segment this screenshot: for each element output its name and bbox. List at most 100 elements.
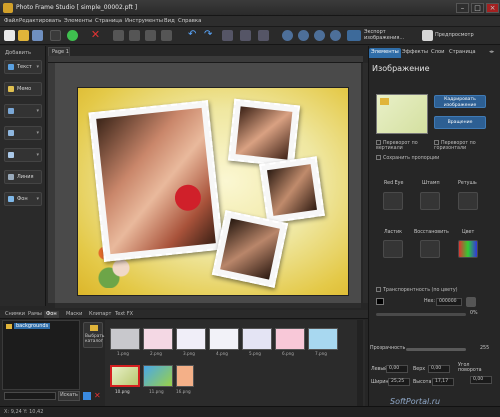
minimize-button[interactable]: – [456, 3, 469, 13]
restore-tool[interactable] [420, 240, 440, 258]
layer-up-icon[interactable] [145, 30, 156, 41]
thumbnail-16[interactable] [176, 365, 194, 387]
refresh-icon[interactable] [83, 392, 91, 400]
flip-vertical-checkbox[interactable]: Переворот по вертикали [376, 140, 428, 151]
add-background-button[interactable]: Фон ▾ [4, 192, 42, 206]
select-folder-button[interactable]: Выбрать каталог [83, 322, 104, 348]
add-image-button[interactable]: ▾ [4, 126, 42, 140]
photo-frame-main[interactable] [88, 100, 224, 262]
top-pos-input[interactable]: 0,00 [428, 365, 450, 373]
menu-page[interactable]: Страница [95, 18, 122, 24]
opacity-slider[interactable] [406, 348, 466, 351]
thumbnail-7[interactable] [308, 328, 338, 350]
tab-clipart[interactable]: Клипарт [87, 311, 113, 318]
keep-proportions-checkbox[interactable]: Сохранить пропорции [376, 155, 439, 161]
tab-frames[interactable]: Рамы [26, 311, 44, 318]
close-button[interactable]: × [486, 3, 499, 13]
tab-backgrounds[interactable]: Фон [44, 311, 59, 318]
left-pos-input[interactable]: 0,00 [386, 365, 408, 373]
crop-image-button[interactable]: Кадрировать изображение [434, 95, 486, 108]
print-icon[interactable] [50, 30, 61, 41]
tree-item-backgrounds[interactable]: backgrounds [14, 323, 51, 329]
export-image-button[interactable]: Экспорт изображения... [364, 29, 416, 41]
transparency-checkbox[interactable]: Транспорентность (по цвету) [376, 287, 458, 293]
copy-icon[interactable] [113, 30, 124, 41]
transparency-color-swatch[interactable] [376, 298, 384, 305]
stamp-tool[interactable] [420, 192, 440, 210]
clear-icon[interactable]: ✕ [94, 391, 101, 400]
thumbnail-3[interactable] [176, 328, 206, 350]
add-line-button[interactable]: Линия [4, 170, 42, 184]
tab-elements[interactable]: Элементы [369, 48, 401, 58]
new-file-icon[interactable] [4, 30, 15, 41]
photo-frame-3[interactable] [259, 156, 325, 224]
thumbnail-2[interactable] [143, 328, 173, 350]
thumbnail-4[interactable] [209, 328, 239, 350]
add-shape-button[interactable]: ▾ [4, 104, 42, 118]
menu-help[interactable]: Справка [178, 18, 201, 24]
tab-layers[interactable]: Слои [429, 48, 446, 58]
thumbnail-6[interactable] [275, 328, 305, 350]
menu-elements[interactable]: Элементы [64, 18, 92, 24]
menu-file[interactable]: Файл [4, 18, 19, 24]
page-canvas[interactable] [77, 87, 349, 296]
layer-down-icon[interactable] [161, 30, 172, 41]
tolerance-slider[interactable] [376, 313, 466, 316]
thumbnail-10-selected[interactable] [110, 365, 140, 387]
thumbnail-1[interactable] [110, 328, 140, 350]
zoom-fit-icon[interactable] [314, 30, 325, 41]
undo-icon[interactable]: ↶ [188, 30, 199, 41]
thumbnail-11[interactable] [143, 365, 173, 387]
export-icon[interactable] [347, 30, 361, 41]
add-memo-button[interactable]: Мемо [4, 82, 42, 96]
rotate-button[interactable]: Вращение [434, 116, 486, 129]
height-input[interactable]: 17,17 [432, 378, 454, 386]
paste-icon[interactable] [129, 30, 140, 41]
tab-snapshots[interactable]: Снимки [3, 311, 27, 318]
photo-frame-4[interactable] [211, 210, 289, 288]
flip-horizontal-checkbox[interactable]: Переворот по горизонтали [434, 140, 494, 151]
save-icon[interactable] [32, 30, 43, 41]
angle-input[interactable]: 0,00 [470, 376, 492, 384]
page-tab[interactable]: Page 1 [48, 47, 70, 56]
thumbnail-5[interactable] [242, 328, 272, 350]
canvas-horizontal-scrollbar[interactable] [55, 303, 361, 308]
tab-scroll-arrows[interactable]: ◂▸ [487, 48, 496, 58]
menu-edit[interactable]: Редактировать [19, 18, 61, 24]
hex-input[interactable]: 000000 [436, 298, 462, 306]
zoom-in-icon[interactable] [282, 30, 293, 41]
photo-frame-2[interactable] [227, 98, 301, 168]
width-input[interactable]: 25,25 [388, 378, 410, 386]
folder-tree[interactable]: backgrounds [2, 320, 80, 390]
tab-masks[interactable]: Маски [64, 311, 84, 318]
tab-text-fx[interactable]: Text FX [113, 311, 135, 318]
open-folder-icon[interactable] [18, 30, 29, 41]
grid-icon[interactable] [240, 30, 251, 41]
color-tool[interactable] [458, 240, 478, 258]
thumbnails-scrollbar[interactable] [357, 320, 363, 406]
image-icon [8, 130, 14, 136]
preview-icon[interactable] [422, 30, 433, 41]
tab-page[interactable]: Страница [447, 48, 478, 58]
search-button[interactable]: Искать [58, 391, 80, 401]
menu-tools[interactable]: Инструменты [125, 18, 163, 24]
delete-icon[interactable]: ✕ [90, 29, 101, 41]
fit-icon[interactable] [258, 30, 269, 41]
zoom-out-icon[interactable] [298, 30, 309, 41]
maximize-button[interactable]: □ [471, 3, 484, 13]
red-eye-tool[interactable] [383, 192, 403, 210]
eyedropper-icon[interactable] [466, 297, 476, 307]
add-text-button[interactable]: Текст ▾ [4, 60, 42, 74]
retouch-tool[interactable] [458, 192, 478, 210]
menu-view[interactable]: Вид [164, 18, 175, 24]
align-icon[interactable] [222, 30, 233, 41]
add-icon[interactable] [67, 30, 78, 41]
preview-button[interactable]: Предпросмотр [435, 32, 474, 38]
eraser-tool[interactable] [383, 240, 403, 258]
add-frame-button[interactable]: ▾ [4, 148, 42, 162]
redo-icon[interactable]: ↷ [204, 30, 215, 41]
tab-effects[interactable]: Эффекты [400, 48, 430, 58]
zoom-actual-icon[interactable] [330, 30, 341, 41]
folder-icon[interactable] [380, 98, 389, 105]
search-input[interactable] [4, 392, 56, 400]
